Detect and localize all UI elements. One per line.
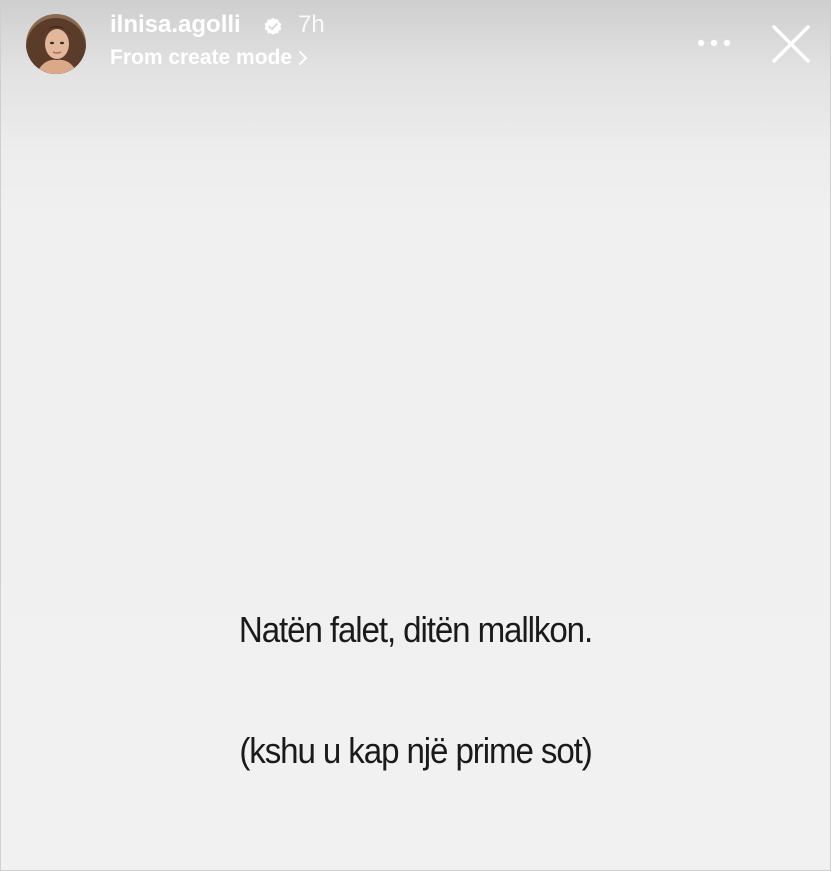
create-mode-link[interactable]: From create mode <box>110 46 308 70</box>
story-text-line-1: Natën falet, ditën mallkon. <box>238 609 593 650</box>
more-options-button[interactable] <box>695 29 733 57</box>
more-dots-icon <box>697 39 731 47</box>
username[interactable]: ilnisa.agolli <box>110 11 241 39</box>
story-text-line-2: (kshu u kap një prime sot) <box>239 730 592 771</box>
avatar[interactable] <box>26 14 86 74</box>
avatar-image <box>26 14 86 74</box>
close-button[interactable] <box>771 24 811 64</box>
chevron-right-icon <box>299 51 308 65</box>
create-mode-label: From create mode <box>110 46 293 69</box>
close-icon <box>772 25 810 63</box>
story-viewer: ilnisa.agolli 7h From create mode Natën … <box>0 0 831 871</box>
post-time: 7h <box>298 11 325 38</box>
verified-badge-icon <box>264 17 282 35</box>
